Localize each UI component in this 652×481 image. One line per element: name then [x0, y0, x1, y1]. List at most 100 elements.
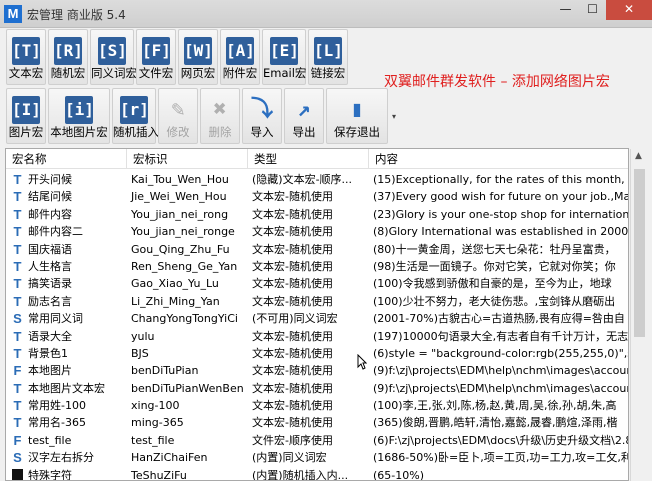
- table-row[interactable]: Ftest_file test_file 文件宏-顺序使用 (6)F:\zj\proj…: [6, 432, 629, 449]
- button-label: 附件宏: [222, 66, 258, 80]
- link-macro-icon: [L]: [314, 37, 343, 65]
- cell-id: yulu: [131, 329, 155, 343]
- button-label: 链接宏: [310, 66, 346, 80]
- macro-name: 开头问候: [28, 173, 72, 186]
- cell-id: ming-365: [131, 416, 184, 430]
- cell-name: T 常用姓-100: [6, 397, 127, 414]
- save-exit-button[interactable]: ▮ 保存退出: [326, 88, 388, 144]
- cell-content: (6)F:\zj\projects\EDM\docs\升级\历史升级文档\2.8: [373, 433, 629, 447]
- table-header: 宏名称 宏标识 类型 内容: [6, 149, 628, 169]
- import-button[interactable]: ⤵ 导入: [242, 88, 282, 144]
- cell-name: T 搞笑语录: [6, 275, 127, 292]
- text-type-icon: T: [13, 241, 22, 257]
- mouse-cursor-icon: [357, 354, 367, 370]
- table-row[interactable]: T 搞笑语录 Gao_Xiao_Yu_Lu 文本宏-随机使用 (100)令我感到骄傲和自…: [6, 275, 628, 292]
- delete-x-icon: ✖: [213, 97, 227, 122]
- webpage-macro-button[interactable]: [W] 网页宏: [178, 29, 218, 85]
- text-type-icon: T: [13, 415, 22, 431]
- table-row[interactable]: T 结尾问候 Jie_Wei_Wen_Hou 文本宏-随机使用 (37)Every go…: [6, 188, 628, 205]
- exit-door-icon: ▮: [350, 97, 364, 122]
- column-header-content[interactable]: 内容: [369, 149, 628, 169]
- table-row[interactable]: 特殊字符 TeShuZiFu (内置)随机插入内... (65-10%): [6, 467, 628, 481]
- column-header-id[interactable]: 宏标识: [127, 149, 248, 169]
- cell-type: 文本宏-随机使用: [252, 225, 333, 239]
- macro-name: 结尾问候: [28, 190, 72, 204]
- cell-name: F 本地图片: [6, 362, 127, 379]
- toolbar-overflow-dropdown[interactable]: ▾: [390, 88, 402, 144]
- image-macro-button[interactable]: [I] 图片宏: [6, 88, 46, 144]
- minimize-button[interactable]: —: [552, 0, 579, 20]
- link-macro-button[interactable]: [L] 链接宏: [308, 29, 348, 85]
- cell-content: (9)f:\zj\projects\EDM\help\nchm\images\a…: [373, 381, 629, 395]
- webpage-macro-icon: [W]: [184, 37, 213, 65]
- table-row[interactable]: T 邮件内容二 You_jian_nei_ronge 文本宏-随机使用 (8)Glory…: [6, 223, 628, 240]
- cell-type: 文本宏-随机使用: [252, 294, 333, 308]
- cell-content: (6)style = "background-color:rgb(255,255…: [373, 346, 628, 360]
- cell-content: (15)Exceptionally, for the rates of this…: [373, 173, 628, 186]
- title-bar[interactable]: M 宏管理 商业版 5.4 — ☐ ✕: [0, 0, 652, 28]
- cell-id: xing-100: [131, 399, 180, 413]
- table-row[interactable]: T 语录大全 yulu 文本宏-随机使用 (197)10000句语录大全,有志者自有千计…: [6, 328, 628, 345]
- cell-id: Li_Zhi_Ming_Yan: [131, 294, 220, 308]
- email-macro-icon: [E]: [270, 37, 299, 65]
- cell-name: T 常用名-365: [6, 414, 127, 431]
- edit-button[interactable]: ✎ 修改: [158, 88, 198, 144]
- macro-name: 常用同义词: [28, 312, 83, 326]
- delete-button[interactable]: ✖ 删除: [200, 88, 240, 144]
- cell-content: (100)令我感到骄傲和自豪的是，至今为止，地球: [373, 277, 612, 291]
- macro-name: 人生格言: [28, 259, 72, 273]
- cell-content: (37)Every good wish for future on your j…: [373, 190, 628, 204]
- random-insert-button[interactable]: [r] 随机插入: [112, 88, 159, 144]
- vertical-scrollbar[interactable]: ▲: [630, 149, 647, 481]
- close-button[interactable]: ✕: [606, 0, 652, 20]
- table-row[interactable]: T 邮件内容 You_jian_nei_rong 文本宏-随机使用 (23)Glory …: [6, 206, 628, 223]
- text-type-icon: T: [13, 328, 22, 344]
- maximize-button[interactable]: ☐: [579, 0, 606, 20]
- text-macro-button[interactable]: [T] 文本宏: [6, 29, 46, 85]
- macro-table: 宏名称 宏标识 类型 内容 T 开头问候 Kai_Tou_Wen_Hou (隐藏)文本…: [5, 148, 629, 481]
- attachment-macro-button[interactable]: [A] 附件宏: [220, 29, 260, 85]
- cell-type: (内置)随机插入内...: [252, 468, 349, 481]
- window-title: 宏管理 商业版 5.4: [27, 8, 126, 22]
- table-row[interactable]: T 励志名言 Li_Zhi_Ming_Yan 文本宏-随机使用 (100)少壮不努力，老…: [6, 293, 628, 310]
- cell-type: 文本宏-随机使用: [252, 277, 333, 291]
- text-type-icon: T: [13, 189, 22, 205]
- email-macro-button[interactable]: [E] Email宏: [262, 29, 306, 85]
- table-row[interactable]: T 开头问候 Kai_Tou_Wen_Hou (隐藏)文本宏-顺序... (15)Exc…: [6, 171, 628, 188]
- cell-type: (不可用)同义词宏: [252, 312, 338, 326]
- cell-type: 文本宏-随机使用: [252, 346, 333, 360]
- table-row[interactable]: F 本地图片 benDiTuPian 文本宏-随机使用 (9)f:\zj\project…: [6, 362, 628, 379]
- cell-type: (内置)同义词宏: [252, 451, 327, 465]
- column-header-name[interactable]: 宏名称: [6, 149, 127, 169]
- cell-id: benDiTuPianWenBen: [131, 381, 244, 395]
- table-row[interactable]: T 背景色1 BJS 文本宏-随机使用 (6)style = "background-c…: [6, 345, 628, 362]
- cell-id: Jie_Wei_Wen_Hou: [131, 190, 227, 204]
- scrollbar-thumb[interactable]: [634, 169, 645, 337]
- random-macro-button[interactable]: [R] 随机宏: [48, 29, 88, 85]
- table-row[interactable]: S 常用同义词 ChangYongTongYiCi (不可用)同义词宏 (2001-70…: [6, 310, 628, 327]
- cell-id: TeShuZiFu: [131, 468, 187, 481]
- random-insert-icon: [r]: [120, 96, 149, 124]
- local-image-macro-button[interactable]: [i] 本地图片宏: [48, 88, 110, 144]
- app-window: M 宏管理 商业版 5.4 — ☐ ✕ [T] 文本宏 [R] 随机宏 [S] …: [0, 0, 652, 481]
- cell-id: BJS: [131, 346, 149, 360]
- button-label: 图片宏: [8, 125, 44, 139]
- table-row[interactable]: T 本地图片文本宏 benDiTuPianWenBen 文本宏-随机使用 (9)f:\z…: [6, 380, 629, 397]
- file-macro-button[interactable]: [F] 文件宏: [136, 29, 176, 85]
- cell-id: Gou_Qing_Zhu_Fu: [131, 242, 230, 256]
- table-row[interactable]: T 人生格言 Ren_Sheng_Ge_Yan 文本宏-随机使用 (98)生活是一面镜子…: [6, 258, 628, 275]
- cell-id: ChangYongTongYiCi: [131, 312, 238, 326]
- cell-name: T 本地图片文本宏: [6, 380, 127, 397]
- synonym-macro-button[interactable]: [S] 同义词宏: [90, 29, 137, 85]
- column-header-type[interactable]: 类型: [248, 149, 369, 169]
- export-button[interactable]: ↗ 导出: [284, 88, 324, 144]
- table-row[interactable]: T 国庆福语 Gou_Qing_Zhu_Fu 文本宏-随机使用 (80)十一黄金周，送您…: [6, 241, 628, 258]
- scroll-up-icon[interactable]: ▲: [635, 151, 642, 161]
- macro-name: 汉字左右拆分: [28, 451, 94, 465]
- macro-name: 常用姓-100: [28, 399, 86, 413]
- table-row[interactable]: T 常用姓-100 xing-100 文本宏-随机使用 (100)李,王,张,刘,陈,杨…: [6, 397, 628, 414]
- cell-name: S 常用同义词: [6, 310, 127, 327]
- table-row[interactable]: T 常用名-365 ming-365 文本宏-随机使用 (365)俊朗,晋鹏,皓轩,清怡…: [6, 414, 628, 431]
- text-type-icon: T: [13, 345, 22, 361]
- table-row[interactable]: S 汉字左右拆分 HanZiChaiFen (内置)同义词宏 (1686-50%)卧=臣…: [6, 449, 628, 466]
